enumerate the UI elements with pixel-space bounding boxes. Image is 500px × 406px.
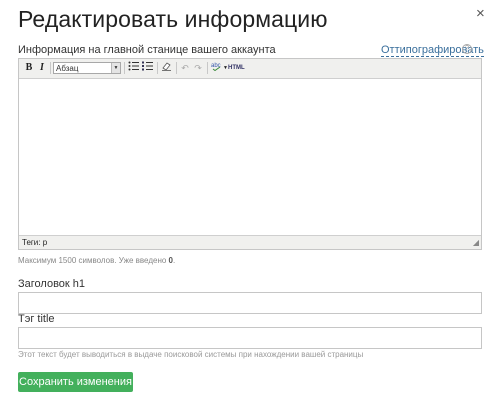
chevron-down-icon: ▼ <box>111 63 120 73</box>
resize-handle-icon[interactable]: ◢ <box>473 239 479 247</box>
title-field[interactable] <box>18 327 482 349</box>
format-select-value: Абзац <box>56 64 79 73</box>
format-select[interactable]: Абзац ▼ <box>53 62 121 74</box>
save-button[interactable]: Сохранить изменения <box>18 372 133 392</box>
char-limit-prefix: Максимум 1500 символов. Уже введено <box>18 256 169 265</box>
clear-format-button[interactable] <box>160 61 173 75</box>
toolbar-divider <box>50 62 51 74</box>
undo-button[interactable]: ↶ <box>179 61 191 75</box>
title-hint: Этот текст будет выводиться в выдаче пои… <box>18 350 364 359</box>
eraser-icon <box>162 62 171 71</box>
toolbar-divider <box>207 62 208 74</box>
spellcheck-icon: abc <box>211 63 220 72</box>
toolbar-divider <box>176 62 177 74</box>
help-icon[interactable]: ? <box>462 44 472 54</box>
numbered-list-icon <box>142 61 153 71</box>
redo-icon: ↷ <box>194 63 202 73</box>
bullet-list-button[interactable] <box>127 61 140 75</box>
info-label: Информация на главной станице вашего акк… <box>18 44 276 56</box>
redo-button[interactable]: ↷ <box>192 61 204 75</box>
dialog-title: Редактировать информацию <box>18 6 328 32</box>
numbered-list-button[interactable] <box>141 61 154 75</box>
bold-button[interactable]: B <box>23 61 35 75</box>
h1-field[interactable] <box>18 292 482 314</box>
html-button[interactable]: HTML <box>228 61 245 75</box>
italic-button[interactable]: I <box>36 61 48 75</box>
editor-content[interactable] <box>19 79 481 235</box>
char-limit-note: Максимум 1500 символов. Уже введено 0. <box>18 256 175 265</box>
bullet-list-icon <box>128 61 139 71</box>
toolbar-divider <box>157 62 158 74</box>
undo-icon: ↶ <box>181 63 189 73</box>
editor-status-path: Теги: p <box>19 235 481 249</box>
close-icon[interactable]: × <box>476 6 485 21</box>
title-label: Тэг title <box>18 313 55 325</box>
h1-label: Заголовок h1 <box>18 278 86 290</box>
rich-text-editor: B I Абзац ▼ ↶ ↷ abc ▼ HTML Теги: p ◢ <box>18 58 482 250</box>
char-limit-suffix: . <box>173 256 176 265</box>
spellcheck-button[interactable]: abc <box>210 61 223 75</box>
toolbar-divider <box>124 62 125 74</box>
editor-toolbar: B I Абзац ▼ ↶ ↷ abc ▼ HTML <box>19 59 481 79</box>
